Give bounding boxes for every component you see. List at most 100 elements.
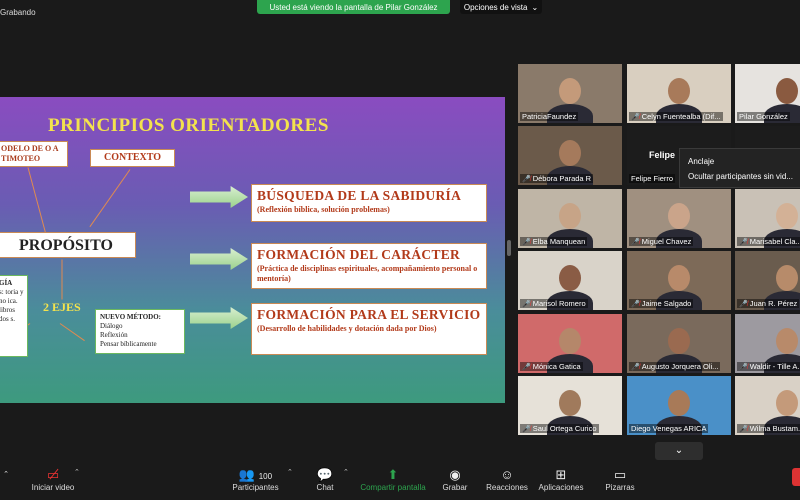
participant-name: Pilar González bbox=[737, 112, 790, 121]
participant-name-text: Celyn Fuentealba (Dif... bbox=[641, 112, 721, 121]
participant-tile[interactable]: Diego Venegas ARICA bbox=[627, 376, 731, 435]
video-off-icon: ▭̸ bbox=[46, 467, 60, 482]
participants-button[interactable]: 👥 100 Participantes bbox=[228, 466, 283, 492]
participant-tile[interactable]: 🎤̸ Elba Manquean bbox=[518, 189, 622, 248]
end-meeting-button[interactable] bbox=[792, 468, 800, 486]
apps-button[interactable]: ⊞ Aplicaciones bbox=[537, 466, 585, 492]
principle-heading: FORMACIÓN DEL CARÁCTER bbox=[257, 247, 461, 262]
whiteboard-button[interactable]: ▭ Pizarras bbox=[602, 466, 638, 492]
record-label: Grabar bbox=[442, 483, 468, 492]
chat-button[interactable]: 💬 Chat bbox=[310, 466, 340, 492]
metodo-line: Reflexión bbox=[100, 331, 128, 339]
principle-box-caracter: FORMACIÓN DEL CARÁCTER (Práctica de disc… bbox=[251, 243, 487, 289]
participant-name-text: Wilma Bustam... bbox=[749, 424, 800, 433]
participant-face bbox=[668, 265, 690, 291]
participant-face bbox=[776, 78, 798, 104]
participant-tile[interactable]: 🎤̸ Celyn Fuentealba (Dif... bbox=[627, 64, 731, 123]
participant-tile[interactable]: 🎤̸ Marisol Romero bbox=[518, 251, 622, 310]
connector-line bbox=[27, 167, 47, 236]
gallery-collapse-button[interactable]: ⌄ bbox=[655, 442, 703, 460]
participant-face bbox=[668, 390, 690, 416]
participant-name-text: Waldir - Tille A... bbox=[749, 362, 800, 371]
participant-tile[interactable]: 🎤̸ Juan R. Pérez bbox=[735, 251, 800, 310]
arrow-right-icon bbox=[190, 307, 248, 329]
reactions-button[interactable]: ☺ Reacciones bbox=[486, 466, 528, 492]
connector-line bbox=[59, 323, 85, 342]
participant-name-text: Elba Manquean bbox=[532, 237, 586, 246]
participant-tile[interactable]: 🎤̸ Miguel Chavez bbox=[627, 189, 731, 248]
gallery-scroll-handle[interactable] bbox=[507, 240, 511, 256]
participant-name: 🎤̸ Marisol Romero bbox=[520, 299, 588, 308]
participant-face bbox=[559, 390, 581, 416]
metodo-heading: NUEVO MÉTODO: bbox=[100, 313, 161, 321]
apps-icon: ⊞ bbox=[555, 467, 567, 482]
recording-indicator: Grabando bbox=[0, 8, 36, 17]
participant-face bbox=[559, 203, 581, 229]
participant-name: 🎤̸ Débora Parada R bbox=[520, 174, 594, 183]
mic-muted-icon: 🎤̸ bbox=[739, 300, 748, 308]
principle-subtext: (Reflexión bíblica, solución problemas) bbox=[257, 205, 390, 214]
whiteboard-icon: ▭ bbox=[613, 467, 627, 482]
participant-face bbox=[668, 328, 690, 354]
participant-name: 🎤̸ Marisabel Cla... bbox=[737, 237, 800, 246]
record-button[interactable]: ◉ Grabar bbox=[440, 466, 470, 492]
audio-options-caret[interactable]: ⌃ bbox=[0, 466, 12, 483]
participant-tile[interactable]: 🎤̸ Marisabel Cla... bbox=[735, 189, 800, 248]
principle-box-sabiduria: BÚSQUEDA DE LA SABIDURÍA (Reflexión bíbl… bbox=[251, 184, 487, 222]
participant-face bbox=[776, 265, 798, 291]
menu-item-anclaje[interactable]: Anclaje bbox=[688, 154, 795, 169]
banner-text: Usted está viendo la pantalla de Pilar G… bbox=[269, 2, 438, 12]
participant-tile[interactable]: 🎤̸ Wilma Bustam... bbox=[735, 376, 800, 435]
participant-face bbox=[668, 203, 690, 229]
participant-name: 🎤̸ Jaime Salgado bbox=[629, 299, 694, 308]
participant-name: Diego Venegas ARICA bbox=[629, 424, 709, 433]
participant-tile[interactable]: Pilar González bbox=[735, 64, 800, 123]
contexto-box: CONTEXTO bbox=[90, 149, 175, 167]
menu-item-hide-nonvideo[interactable]: Ocultar participantes sin vid... bbox=[688, 169, 795, 184]
video-button[interactable]: ▭̸ Iniciar video bbox=[28, 466, 78, 492]
participant-name-text: Débora Parada R bbox=[532, 174, 592, 183]
chat-icon: 💬 bbox=[316, 467, 334, 482]
whiteboard-label: Pizarras bbox=[605, 483, 635, 492]
principle-box-servicio: FORMACIÓN PARA EL SERVICIO (Desarrollo d… bbox=[251, 303, 487, 355]
mic-muted-icon: 🎤̸ bbox=[522, 425, 531, 433]
participant-name-text: Miguel Chavez bbox=[641, 237, 692, 246]
apps-label: Aplicaciones bbox=[538, 483, 584, 492]
participant-name: 🎤̸ Mónica Gatica bbox=[520, 362, 583, 371]
participant-name: PatriciaFaundez bbox=[520, 112, 579, 121]
participant-name-text: Pilar González bbox=[739, 112, 788, 121]
participant-tile[interactable]: 🎤̸ Débora Parada R bbox=[518, 126, 622, 185]
metodo-line: Pensar bíblicamente bbox=[100, 340, 157, 348]
participant-name-text: PatriciaFaundez bbox=[522, 112, 577, 121]
participant-tile[interactable]: 🎤̸ Waldir - Tille A... bbox=[735, 314, 800, 373]
participant-name-text: Marisabel Cla... bbox=[749, 237, 800, 246]
chat-options-caret[interactable]: ⌃ bbox=[343, 468, 349, 476]
participant-face bbox=[668, 78, 690, 104]
connector-line bbox=[61, 259, 63, 300]
video-options-caret[interactable]: ⌃ bbox=[74, 468, 80, 476]
mic-muted-icon: 🎤̸ bbox=[522, 238, 531, 246]
participant-tile[interactable]: 🎤̸ Jaime Salgado bbox=[627, 251, 731, 310]
principle-subtext: (Desarrollo de habilidades y dotación da… bbox=[257, 324, 437, 333]
ejes-label: 2 EJES bbox=[43, 300, 81, 314]
participants-options-caret[interactable]: ⌃ bbox=[287, 468, 293, 476]
participant-tile[interactable]: 🎤̸ Augusto Jorquera Oli... bbox=[627, 314, 731, 373]
connector-line bbox=[89, 169, 131, 228]
participant-name-text: Felipe Fierro bbox=[631, 174, 674, 183]
reactions-icon: ☺ bbox=[500, 467, 514, 482]
mic-muted-icon: 🎤̸ bbox=[631, 363, 640, 371]
participant-tile[interactable]: 🎤̸ Mónica Gatica bbox=[518, 314, 622, 373]
gia-box: GÍA s: toria y no ica. libros dos s. bbox=[0, 275, 28, 357]
mic-muted-icon: 🎤̸ bbox=[522, 300, 531, 308]
mic-muted-icon: 🎤̸ bbox=[739, 363, 748, 371]
metodo-line: Diálogo bbox=[100, 322, 123, 330]
share-screen-button[interactable]: ⬆ Compartir pantalla bbox=[358, 466, 428, 492]
gia-heading: GÍA bbox=[0, 279, 13, 287]
participant-tile[interactable]: 🎤̸ Saul Ortega Curico bbox=[518, 376, 622, 435]
participant-face bbox=[559, 328, 581, 354]
participants-icon: 👥 bbox=[238, 467, 256, 482]
participant-name: 🎤̸ Wilma Bustam... bbox=[737, 424, 800, 433]
participant-tile[interactable]: PatriciaFaundez bbox=[518, 64, 622, 123]
participants-label: Participantes bbox=[232, 483, 279, 492]
view-options-button[interactable]: Opciones de vista ⌄ bbox=[460, 0, 542, 14]
